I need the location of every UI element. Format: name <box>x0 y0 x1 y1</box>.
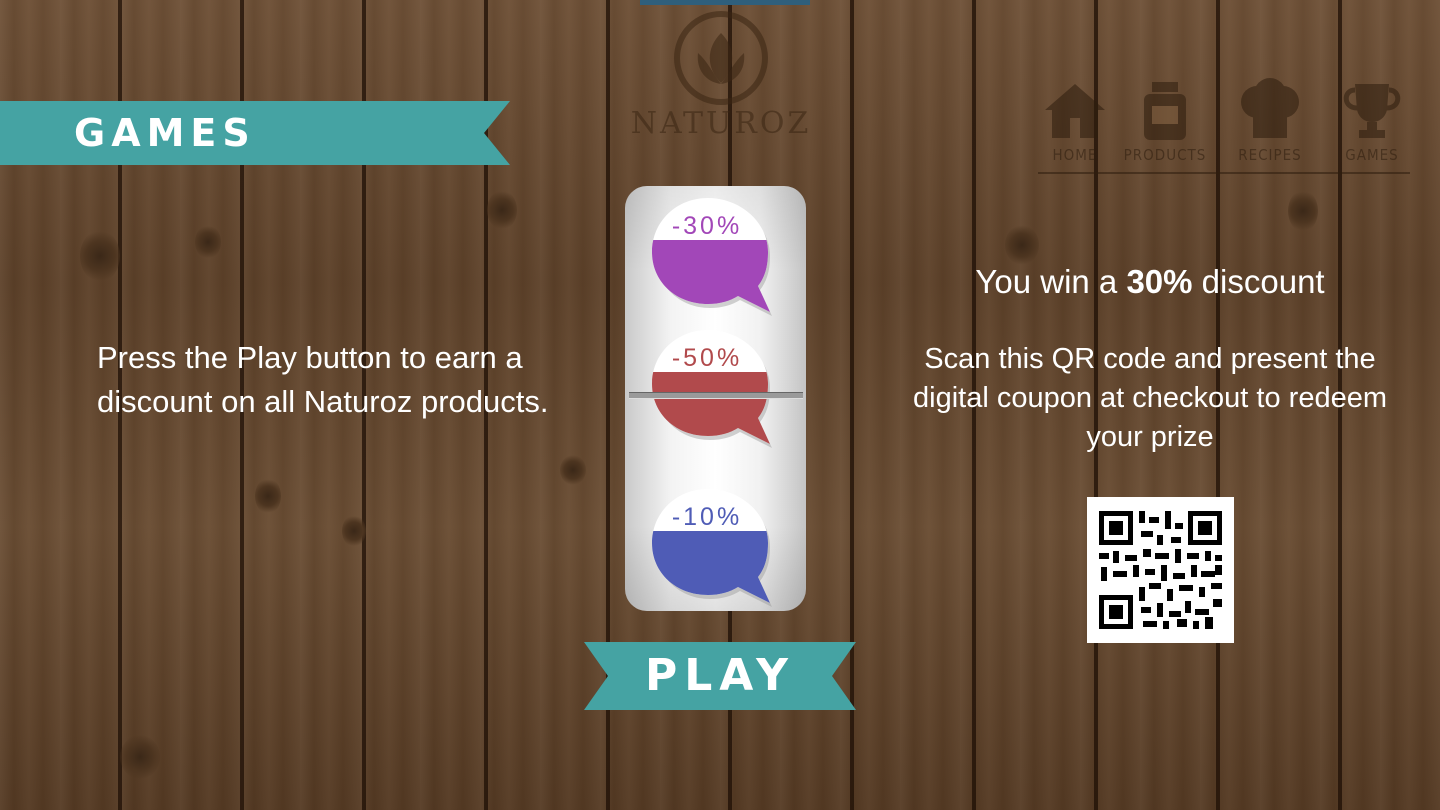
slot-reel-bubble: -10% <box>648 485 788 615</box>
play-button-label: PLAY <box>645 650 795 701</box>
slot-reel-bubble: -50% <box>648 326 788 456</box>
win-suffix: discount <box>1192 263 1325 300</box>
play-button[interactable]: PLAY <box>584 642 856 710</box>
main-nav: HOME PRODUCTS RECIPES GAMES <box>1030 72 1410 177</box>
qr-code-icon <box>1099 511 1222 629</box>
nav-item-home[interactable]: HOME <box>1030 72 1120 172</box>
slot-reel-bubble: -30% <box>648 194 788 324</box>
result-panel: You win a 30% discount Scan this QR code… <box>890 262 1410 457</box>
nav-label-games: GAMES <box>1345 146 1399 164</box>
trophy-icon <box>1343 84 1401 138</box>
lotus-logo-icon <box>674 11 768 105</box>
page-title: GAMES <box>74 111 256 155</box>
nav-item-games[interactable]: GAMES <box>1327 72 1417 172</box>
win-amount: 30% <box>1126 263 1193 300</box>
qr-code[interactable] <box>1087 497 1234 643</box>
jar-icon <box>1144 82 1186 140</box>
nav-divider <box>1038 172 1410 174</box>
nav-item-recipes[interactable]: RECIPES <box>1225 72 1315 172</box>
win-prefix: You win a <box>975 263 1127 300</box>
page-title-banner: GAMES <box>0 101 510 165</box>
slot-winning-line <box>629 392 803 399</box>
nav-label-products: PRODUCTS <box>1123 146 1207 164</box>
house-icon <box>1045 84 1105 138</box>
slot-reel-label: -30% <box>671 212 743 240</box>
redeem-instructions: Scan this QR code and present the digita… <box>913 343 1387 453</box>
slot-reel-label: -10% <box>671 503 743 531</box>
nav-label-recipes: RECIPES <box>1238 146 1302 164</box>
naturoz-logo[interactable]: NATUROZ <box>626 8 816 148</box>
chef-hat-icon <box>1241 78 1299 138</box>
brand-name: NATUROZ <box>630 106 812 141</box>
top-tab-indicator <box>640 0 810 5</box>
nav-item-products[interactable]: PRODUCTS <box>1120 72 1210 172</box>
game-instructions: Press the Play button to earn a discount… <box>97 340 549 419</box>
slot-reel-label: -50% <box>671 344 743 372</box>
win-message: You win a 30% discount <box>890 262 1410 302</box>
